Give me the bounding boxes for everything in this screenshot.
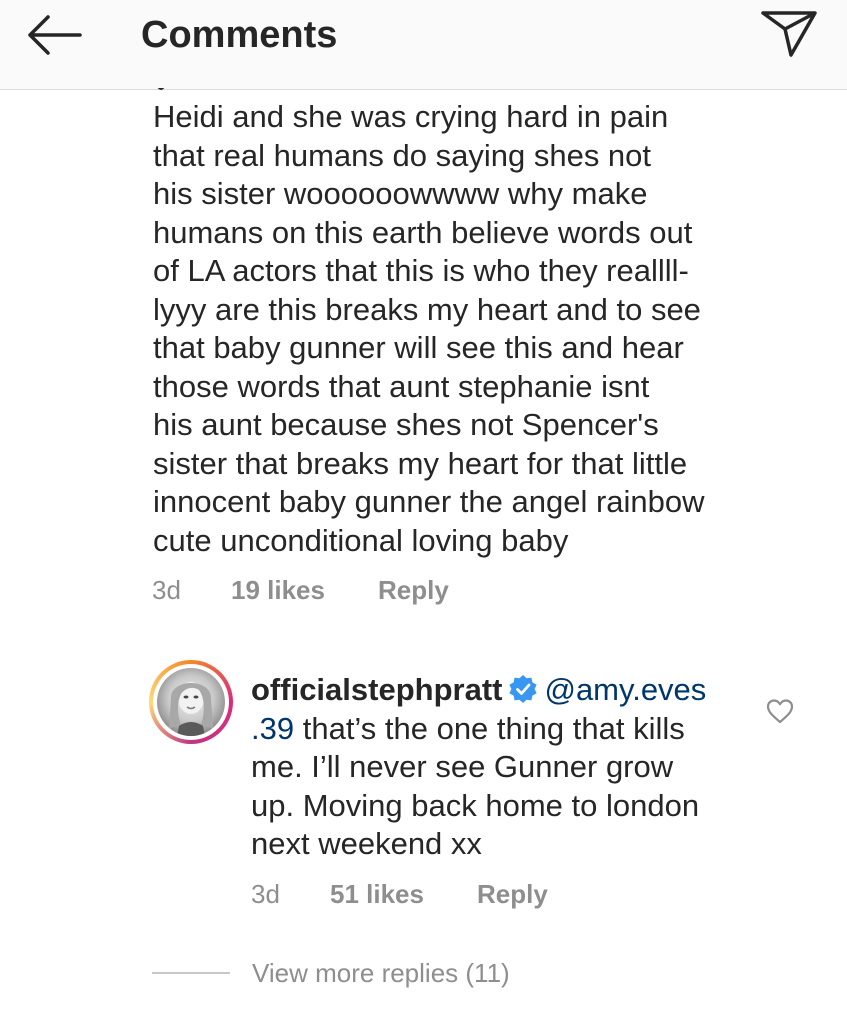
reply-likes-count[interactable]: 51 likes — [330, 878, 424, 910]
reply-line: up. Moving back home to london — [251, 787, 700, 823]
reply-line: next weekend xx — [251, 826, 482, 861]
reply-username[interactable]: officialstephpratt — [251, 672, 502, 707]
comment-likes-count[interactable]: 19 likes — [231, 574, 325, 606]
back-arrow-icon[interactable] — [22, 10, 86, 60]
comment-line: that real humans do saying shes not — [153, 137, 652, 173]
comment-line: humans on this earth believe words out — [153, 214, 693, 250]
comment-line: cute unconditional loving baby — [153, 522, 569, 558]
comment-line: his sister woooooowwww why make — [153, 176, 648, 211]
comment-body: Heidi and she was crying hard in pain th… — [153, 98, 793, 560]
mention-link[interactable]: @amy.eves — [544, 672, 706, 707]
top-app-bar: Comments — [0, 0, 847, 90]
reply-reply-button[interactable]: Reply — [477, 878, 548, 910]
comment-line: his aunt because shes not Spencer's — [153, 407, 659, 442]
reply-timestamp: 3d — [251, 879, 280, 909]
reply-meta: 3d 51 likes Reply — [251, 878, 651, 910]
avatar-photo — [157, 668, 225, 736]
reply-text-segment: that’s the one thing that kills — [294, 710, 685, 746]
comment-line: those words that aunt stephanie isnt — [153, 368, 650, 404]
mention-link-continued[interactable]: .39 — [251, 711, 294, 746]
comment-line: lyyy are this breaks my heart and to see — [153, 291, 701, 327]
comment-reply-button[interactable]: Reply — [378, 574, 449, 606]
comment-line: sister that breaks my heart for that lit… — [153, 445, 688, 481]
heart-outline-icon[interactable] — [765, 697, 795, 725]
avatar-portrait-icon — [169, 682, 213, 736]
comment-line: innocent baby gunner the angel rainbow — [153, 484, 705, 519]
view-more-replies-link[interactable]: View more replies (11) — [252, 957, 510, 989]
divider-line — [152, 972, 230, 974]
avatar[interactable] — [149, 660, 233, 744]
verified-badge-icon — [509, 675, 538, 703]
reply-line: me. I’ll never see Gunner grow — [251, 749, 674, 784]
reply-body: officialstephpratt @amy.eves .39 that’s t… — [251, 671, 751, 864]
comment-line: that baby gunner will see this and hear — [153, 330, 684, 365]
comment-line: of LA actors that this is who they reall… — [153, 253, 689, 288]
paper-plane-icon[interactable] — [758, 6, 820, 62]
clipped-text-fragment — [155, 88, 169, 94]
comment-meta: 3d 19 likes Reply — [152, 574, 552, 606]
comment-line: Heidi and she was crying hard in pain — [153, 99, 669, 134]
page-title: Comments — [141, 14, 338, 56]
comment-timestamp: 3d — [152, 575, 181, 605]
